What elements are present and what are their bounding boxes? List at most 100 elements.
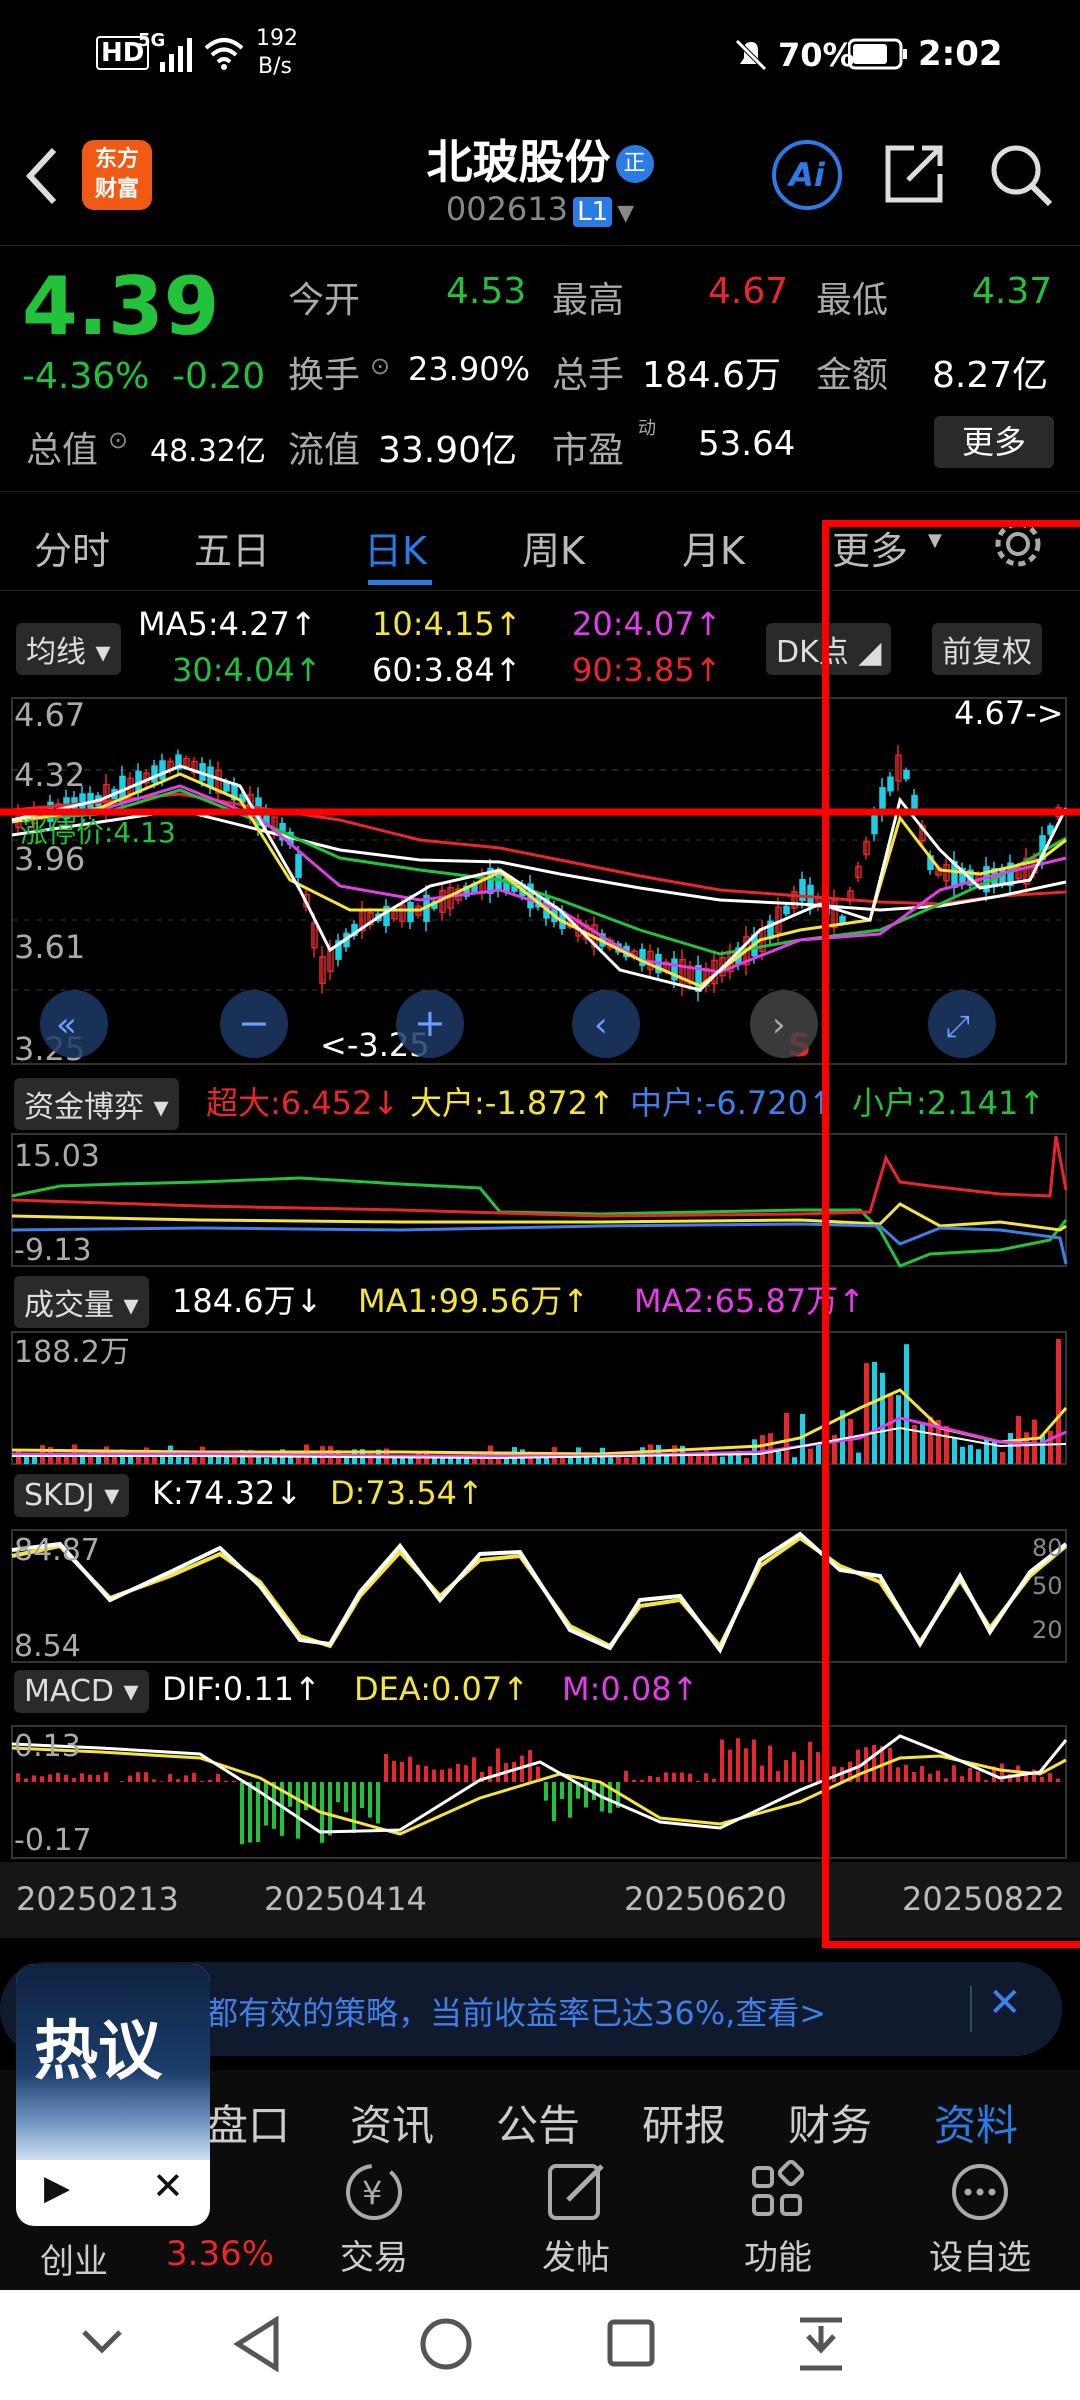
- post-button[interactable]: 发帖: [536, 2160, 616, 2279]
- date-label: 20250414: [264, 1880, 427, 1918]
- tab-order-book[interactable]: 盘口: [206, 2092, 290, 2153]
- candle-body: [407, 901, 414, 923]
- macd-indicator-button[interactable]: MACD ▾: [14, 1670, 149, 1713]
- share-icon[interactable]: [884, 142, 946, 204]
- home-circle-icon[interactable]: [418, 2316, 474, 2372]
- search-icon[interactable]: [988, 142, 1054, 208]
- float-value: 33.90亿: [378, 430, 518, 471]
- tab-weekly-k[interactable]: 周K: [522, 520, 585, 575]
- macd-bar: [440, 1769, 444, 1782]
- pull-down-icon[interactable]: [796, 2314, 846, 2374]
- more-icon: [952, 2164, 1008, 2220]
- info-icon[interactable]: ⊙: [370, 352, 390, 380]
- tab-intraday[interactable]: 分时: [34, 520, 110, 575]
- tab-profile[interactable]: 资料: [934, 2092, 1018, 2153]
- volume-label: 总手: [552, 355, 625, 396]
- macd-dif: DIF:0.11↑: [162, 1670, 321, 1708]
- macd-bar: [48, 1774, 52, 1782]
- hot-discussion-card[interactable]: 热议 ▶ ✕: [16, 1964, 210, 2226]
- chevron-right-icon: ›: [772, 1005, 786, 1045]
- skdj-indicator-button[interactable]: SKDJ ▾: [14, 1474, 130, 1517]
- candle-body: [783, 905, 790, 915]
- macd-bar: [696, 1780, 700, 1782]
- ma-type-button[interactable]: 均线 ▾: [16, 623, 121, 675]
- skdj-y-bottom: 8.54: [14, 1629, 81, 1664]
- ai-icon[interactable]: Ai: [772, 140, 842, 210]
- macd-bar: [408, 1756, 412, 1782]
- ma20-value: 20:4.07↑: [572, 605, 722, 643]
- macd-bar: [272, 1782, 276, 1829]
- chevron-down-icon[interactable]: [80, 2326, 124, 2356]
- trade-button[interactable]: ¥ 交易: [334, 2160, 414, 2279]
- macd-bar: [400, 1761, 404, 1782]
- macd-bar: [168, 1774, 172, 1782]
- skdj-d: D:73.54↑: [330, 1474, 484, 1512]
- certified-badge: 正: [615, 145, 654, 183]
- macd-bar: [40, 1776, 44, 1782]
- volume-bar: [184, 1457, 189, 1464]
- macd-bar: [392, 1760, 396, 1782]
- info-icon[interactable]: ⊙: [108, 426, 128, 454]
- hot-card-title: 热议: [34, 2015, 162, 2089]
- funds-big: 大户:-1.872↑: [410, 1084, 615, 1122]
- tab-daily-k[interactable]: 日K: [364, 520, 427, 575]
- close-icon[interactable]: ✕: [988, 1980, 1022, 2026]
- funds-indicator-button[interactable]: 资金博弈 ▾: [14, 1078, 179, 1130]
- tab-announcements[interactable]: 公告: [496, 2092, 580, 2153]
- volume-label: 成交量: [24, 1288, 114, 1323]
- amount-value: 8.27亿: [932, 355, 1049, 396]
- chevron-left-icon: ‹: [594, 1005, 608, 1045]
- tab-news[interactable]: 资讯: [350, 2092, 434, 2153]
- signal-icon: [160, 38, 192, 72]
- volume-bar: [760, 1435, 765, 1464]
- ma90-value: 90:3.85↑: [572, 651, 722, 689]
- date-label: 20250620: [624, 1880, 787, 1918]
- macd-bar: [456, 1764, 460, 1782]
- macd-bar: [176, 1779, 180, 1782]
- system-nav-bar: [0, 2290, 1080, 2400]
- macd-y-bottom: -0.17: [14, 1823, 92, 1858]
- macd-bar: [640, 1779, 644, 1782]
- open-label: 今开: [288, 280, 361, 321]
- volume-bar: [808, 1448, 813, 1464]
- tab-five-day[interactable]: 五日: [194, 520, 270, 575]
- index-name[interactable]: 创业: [40, 2234, 108, 2283]
- tab-finance[interactable]: 财务: [788, 2092, 872, 2153]
- volume-bar: [720, 1456, 725, 1464]
- macd-bar: [712, 1778, 716, 1782]
- battery-percent: 70%: [778, 36, 855, 74]
- function-button[interactable]: 功能: [738, 2159, 818, 2279]
- volume-indicator-button[interactable]: 成交量 ▾: [14, 1276, 149, 1328]
- volume-bar: [64, 1456, 69, 1464]
- macd-bar: [16, 1773, 20, 1782]
- add-watchlist-button[interactable]: 设自选: [920, 2160, 1040, 2279]
- macd-bar: [424, 1766, 428, 1782]
- tab-monthly-k[interactable]: 月K: [682, 520, 745, 575]
- candle-body: [159, 760, 166, 780]
- volume-bar: [784, 1412, 789, 1464]
- more-button[interactable]: 更多: [934, 416, 1054, 468]
- macd-bar: [312, 1782, 316, 1809]
- macd-bar: [808, 1741, 812, 1782]
- macd-bar: [464, 1765, 468, 1782]
- skdj-k: K:74.32↓: [152, 1474, 303, 1512]
- macd-bar: [704, 1773, 708, 1782]
- net-speed: 192: [256, 26, 298, 51]
- macd-bar: [120, 1781, 124, 1782]
- tab-research[interactable]: 研报: [642, 2092, 726, 2153]
- pe-superscript: 动: [638, 418, 656, 439]
- close-icon[interactable]: ✕: [152, 2164, 184, 2208]
- candle-body: [295, 854, 302, 878]
- mktcap-label: 总值: [26, 430, 99, 471]
- macd-bar: [216, 1774, 220, 1782]
- macd-bar: [264, 1782, 268, 1826]
- recents-square-icon[interactable]: [606, 2318, 656, 2368]
- macd-bar: [368, 1782, 372, 1818]
- amount-label: 金额: [816, 355, 889, 396]
- macd-bar: [24, 1778, 28, 1782]
- macd-bar: [136, 1772, 140, 1782]
- play-icon[interactable]: ▶: [44, 2168, 70, 2208]
- high-value: 4.67: [708, 271, 789, 312]
- candle-body: [151, 765, 158, 783]
- back-triangle-icon[interactable]: [232, 2316, 282, 2372]
